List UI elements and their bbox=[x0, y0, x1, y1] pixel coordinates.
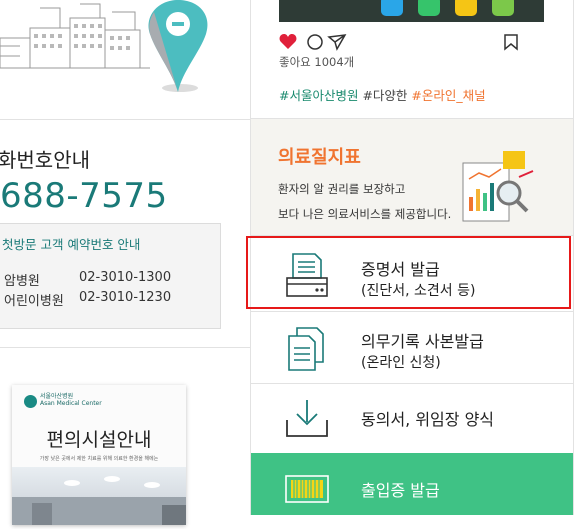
menu-medical-record-copy[interactable]: 의무기록 사본발급 (온라인 신청) bbox=[251, 311, 573, 384]
brochure-org-name: 서울아산병원 bbox=[40, 393, 74, 400]
comment-icon bbox=[307, 34, 323, 50]
menu-consent-forms[interactable]: 동의서, 위임장 양식 bbox=[251, 383, 573, 454]
twitter-icon bbox=[381, 0, 403, 16]
likes-count: 좋아요 1004개 bbox=[279, 55, 355, 69]
facility-guide-brochure[interactable]: 서울아산병원 Asan Medical Center 편의시설안내 가장 낮은 … bbox=[12, 385, 186, 525]
phone-info-section: 화번호안내 688-7575 첫방문 고객 예약번호 안내 암병원 02-301… bbox=[0, 119, 250, 348]
lobby-photo-illustration bbox=[12, 476, 186, 525]
brochure-title: 편의시설안내 bbox=[46, 429, 152, 451]
first-visit-phone-box: 첫방문 고객 예약번호 안내 암병원 02-3010-1300 어린이병원 02… bbox=[0, 223, 221, 329]
phone-info-title: 화번호안내 bbox=[0, 148, 90, 172]
documents-copy-icon bbox=[288, 327, 324, 371]
left-column: 화번호안내 688-7575 첫방문 고객 예약번호 안내 암병원 02-301… bbox=[0, 0, 250, 525]
menu-access-pass[interactable]: 출입증 발급 bbox=[251, 453, 573, 515]
facility-guide-section: 서울아산병원 Asan Medical Center 편의시설안내 가장 낮은 … bbox=[0, 347, 250, 525]
menu-sublabel: (온라인 신청) bbox=[361, 355, 441, 371]
highlight-box bbox=[246, 236, 571, 309]
brochure-photo bbox=[12, 467, 186, 525]
barcode-icon bbox=[285, 475, 329, 503]
quality-desc-1: 환자의 알 권리를 보장하고 bbox=[278, 182, 406, 196]
phone-row-number[interactable]: 02-3010-1300 bbox=[79, 270, 171, 285]
lightbulb-icon bbox=[492, 0, 514, 16]
tag-online[interactable]: #온라인_채널 bbox=[411, 88, 485, 103]
phone-row-children: 어린이병원 02-3010-1230 bbox=[4, 290, 171, 309]
menu-label: 출입증 발급 bbox=[361, 481, 440, 500]
phone-row-name: 어린이병원 bbox=[4, 294, 64, 309]
quality-desc-2: 보다 나은 의료서비스를 제공합니다. bbox=[278, 207, 452, 221]
quality-indicator-banner[interactable]: 의료질지표 환자의 알 권리를 보장하고 보다 나은 의료서비스를 제공합니다. bbox=[251, 118, 573, 236]
phone-number[interactable]: 688-7575 bbox=[0, 176, 168, 216]
play-icon bbox=[418, 0, 440, 16]
first-visit-title: 첫방문 고객 예약번호 안내 bbox=[2, 237, 141, 252]
send-icon bbox=[327, 34, 347, 51]
menu-label: 동의서, 위임장 양식 bbox=[361, 410, 495, 429]
brochure-org-en: Asan Medical Center bbox=[40, 400, 102, 408]
tag-asan[interactable]: #서울아산병원 bbox=[279, 88, 358, 103]
instagram-tags: #서울아산병원 #다양한 #온라인_채널 bbox=[279, 85, 486, 104]
phone-row-name: 암병원 bbox=[4, 274, 40, 289]
right-border bbox=[573, 0, 574, 515]
report-chart-icon bbox=[462, 151, 534, 222]
hospital-logo-icon bbox=[24, 395, 37, 408]
brochure-subtitle: 가장 낮은 곳에서 제한 치료를 위해 의료한 환경을 해에는 bbox=[39, 456, 159, 462]
tag-various[interactable]: #다양한 bbox=[358, 88, 411, 103]
download-icon bbox=[286, 400, 328, 437]
brochure-org: 서울아산병원 Asan Medical Center bbox=[40, 393, 102, 407]
phone-row-cancer: 암병원 02-3010-1300 bbox=[4, 270, 171, 289]
instagram-card: 좋아요 1004개 #서울아산병원 #다양한 #온라인_채널 bbox=[251, 0, 573, 118]
quality-title: 의료질지표 bbox=[278, 147, 361, 168]
hospital-location-banner[interactable] bbox=[0, 0, 250, 118]
hospital-building-illustration bbox=[0, 0, 208, 92]
instagram-post-image[interactable] bbox=[279, 0, 544, 22]
bookmark-icon bbox=[504, 34, 518, 51]
phone-row-number[interactable]: 02-3010-1230 bbox=[79, 290, 171, 305]
instagram-actions bbox=[279, 34, 518, 51]
music-icon bbox=[455, 0, 477, 16]
menu-label: 의무기록 사본발급 bbox=[361, 332, 484, 351]
heart-icon bbox=[279, 34, 297, 49]
